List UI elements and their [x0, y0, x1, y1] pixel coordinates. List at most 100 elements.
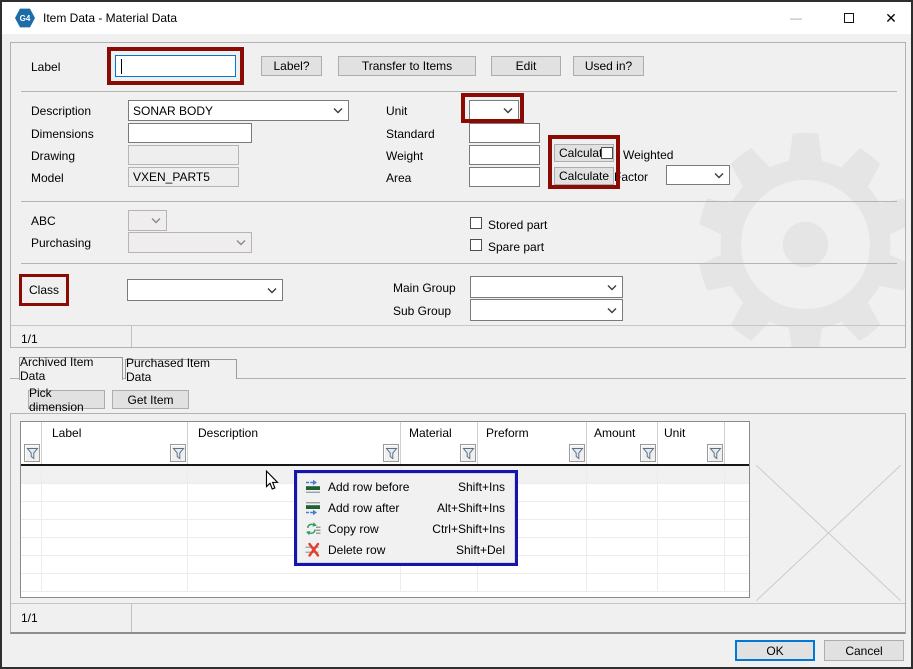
used-in-button[interactable]: Used in?: [573, 56, 644, 76]
menu-item-label: Add row before: [328, 480, 409, 494]
stored-part-label: Stored part: [488, 218, 547, 232]
main-group-caption: Main Group: [393, 281, 456, 295]
standard-caption: Standard: [386, 127, 435, 141]
separator: [21, 201, 897, 202]
column-header-amount[interactable]: Amount: [587, 422, 658, 464]
weighted-checkbox[interactable]: [601, 147, 613, 159]
menu-item-delete-row[interactable]: Delete row Shift+Del: [298, 539, 514, 560]
column-header-filler: [725, 422, 749, 464]
tab-archived-item-data[interactable]: Archived Item Data: [19, 357, 123, 380]
record-indicator: 1/1: [21, 332, 38, 346]
table-row[interactable]: [21, 574, 749, 592]
class-caption: Class: [29, 283, 59, 297]
menu-item-shortcut: Shift+Del: [456, 543, 505, 557]
column-header-material[interactable]: Material: [401, 422, 478, 464]
model-input-field[interactable]: [129, 168, 238, 186]
main-group-combobox[interactable]: [470, 276, 623, 298]
column-header-description[interactable]: Description: [188, 422, 401, 464]
factor-combobox[interactable]: [666, 165, 730, 185]
filter-funnel-button[interactable]: [170, 444, 186, 462]
filter-funnel-icon: [385, 447, 398, 460]
drawing-input-field[interactable]: [129, 146, 238, 164]
menu-item-shortcut: Alt+Shift+Ins: [437, 501, 505, 515]
sub-group-combobox[interactable]: [470, 299, 623, 321]
weight-input-field[interactable]: [470, 146, 539, 164]
chevron-down-icon: [607, 284, 617, 291]
chevron-down-icon: [333, 107, 343, 114]
class-combobox[interactable]: [127, 279, 283, 301]
filter-funnel-icon: [642, 447, 655, 460]
label-caption: Label: [31, 60, 60, 74]
chevron-down-icon: [503, 107, 513, 114]
spare-part-label: Spare part: [488, 240, 544, 254]
filter-funnel-button[interactable]: [640, 444, 656, 462]
standard-input[interactable]: [469, 123, 540, 143]
menu-item-add-row-before[interactable]: Add row before Shift+Ins: [298, 476, 514, 497]
crossed-out-area-icon: [756, 465, 901, 601]
purchasing-combobox[interactable]: [128, 232, 252, 253]
column-header-label[interactable]: Label: [42, 422, 188, 464]
dimensions-input[interactable]: [128, 123, 252, 143]
filter-funnel-icon: [571, 447, 584, 460]
drawing-input[interactable]: [128, 145, 239, 165]
unit-combobox[interactable]: [469, 100, 519, 120]
dimensions-input-field[interactable]: [129, 124, 251, 142]
grid-header-row: Label Description Material Preform Amoun…: [21, 422, 749, 466]
divider: [131, 603, 132, 634]
menu-item-add-row-after[interactable]: Add row after Alt+Shift+Ins: [298, 497, 514, 518]
cancel-button[interactable]: Cancel: [824, 640, 904, 661]
label-input[interactable]: [115, 55, 236, 77]
item-data-dialog: G4 Item Data - Material Data — ✕ ⚙ Label…: [0, 0, 913, 669]
add-row-after-icon: [305, 500, 321, 516]
material-data-panel: ⚙ Label Label? Transfer to Items Edit Us…: [10, 42, 906, 348]
gear-watermark-icon: ⚙: [671, 73, 906, 348]
menu-item-copy-row[interactable]: Copy row Ctrl+Shift+Ins: [298, 518, 514, 539]
filter-funnel-icon: [709, 447, 722, 460]
get-item-button[interactable]: Get Item: [112, 390, 189, 409]
tab-purchased-item-data[interactable]: Purchased Item Data: [125, 359, 237, 379]
app-logo-icon: G4: [15, 8, 35, 28]
label-input-field[interactable]: [116, 56, 235, 76]
purchasing-caption: Purchasing: [31, 236, 91, 250]
grid-corner-cell: [21, 422, 42, 464]
model-input[interactable]: [128, 167, 239, 187]
factor-label: Factor: [614, 170, 648, 184]
column-header-preform[interactable]: Preform: [478, 422, 587, 464]
menu-item-label: Copy row: [328, 522, 379, 536]
column-header-unit[interactable]: Unit: [658, 422, 725, 464]
window-title: Item Data - Material Data: [43, 11, 177, 25]
filter-funnel-button[interactable]: [460, 444, 476, 462]
maximize-button[interactable]: [826, 2, 872, 34]
filter-funnel-icon: [172, 447, 185, 460]
label-query-button[interactable]: Label?: [261, 56, 322, 76]
close-icon: ✕: [885, 10, 897, 27]
menu-item-label: Delete row: [328, 543, 385, 557]
minimize-button[interactable]: —: [773, 2, 819, 34]
description-value: SONAR BODY: [133, 104, 213, 118]
empty-preview-placeholder: [756, 465, 901, 601]
filter-funnel-button[interactable]: [569, 444, 585, 462]
titlebar: G4 Item Data - Material Data — ✕: [2, 2, 911, 34]
filter-funnel-button[interactable]: [707, 444, 723, 462]
close-button[interactable]: ✕: [868, 2, 913, 34]
stored-part-checkbox[interactable]: [470, 217, 482, 229]
tab-label: Purchased Item Data: [126, 356, 236, 384]
transfer-to-items-button[interactable]: Transfer to Items: [338, 56, 476, 76]
standard-input-field[interactable]: [470, 124, 539, 142]
edit-button[interactable]: Edit: [491, 56, 561, 76]
copy-row-icon: [305, 521, 321, 537]
filter-funnel-button[interactable]: [383, 444, 399, 462]
area-input-field[interactable]: [470, 168, 539, 186]
description-combobox[interactable]: SONAR BODY: [128, 100, 349, 121]
separator: [11, 325, 906, 326]
filter-funnel-button[interactable]: [24, 444, 40, 462]
abc-combobox[interactable]: [128, 210, 167, 231]
spare-part-checkbox[interactable]: [470, 239, 482, 251]
weight-input[interactable]: [469, 145, 540, 165]
drawing-caption: Drawing: [31, 149, 75, 163]
tab-label: Archived Item Data: [20, 355, 122, 383]
area-input[interactable]: [469, 167, 540, 187]
pick-dimension-button[interactable]: Pick dimension: [28, 390, 105, 409]
calculate-area-button[interactable]: Calculate: [554, 167, 614, 185]
ok-button[interactable]: OK: [735, 640, 815, 661]
